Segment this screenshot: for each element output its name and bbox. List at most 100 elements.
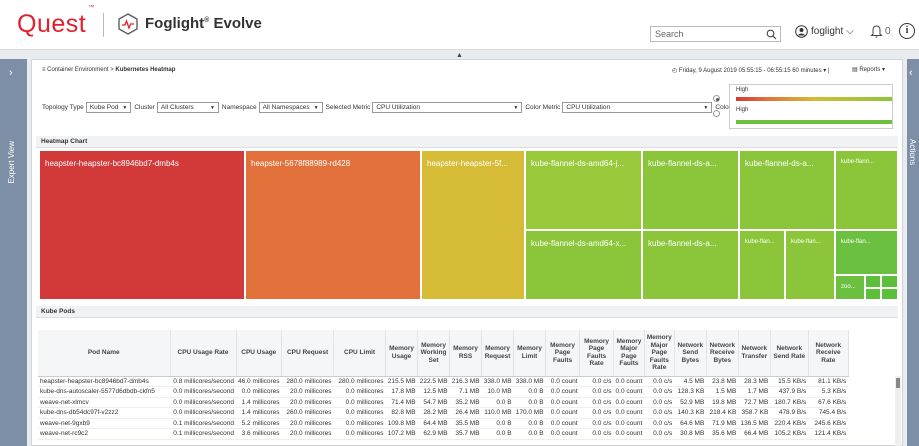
scrollbar-thumb[interactable] (896, 378, 900, 388)
table-scrollbar[interactable] (895, 376, 901, 446)
column-header[interactable]: CPU Usage (236, 330, 283, 377)
actions-label: Actions (908, 139, 917, 166)
quest-logo[interactable]: Quest™ (17, 5, 95, 39)
product-name: Foglight (145, 15, 205, 32)
column-header[interactable]: Memory Request (481, 330, 515, 377)
table-cell: 0.1 millicores/second (170, 428, 236, 440)
alerts-button[interactable]: 0 (870, 24, 891, 38)
column-header[interactable]: Memory Limit (513, 330, 547, 377)
table-row[interactable]: weave-net-xlmcv 0.0 millicores/second 1.4 … (38, 397, 849, 408)
info-icon[interactable]: i (899, 23, 915, 39)
heatmap-tile[interactable]: kube-flannel-ds-amd64-j... (525, 150, 642, 230)
heatmap-tile[interactable]: kube-flannel-ds-a... (642, 150, 739, 230)
expert-view-panel[interactable]: › Expert View (0, 59, 27, 446)
heatmap-tile-small[interactable] (865, 288, 881, 300)
search-icon[interactable] (766, 29, 777, 40)
chevron-right-icon[interactable]: › (9, 67, 13, 79)
heatmap-tile-small[interactable] (881, 288, 898, 300)
table-header-row: Pod Name CPU Usage Rate CPU Usage CPU Reque… (38, 330, 849, 377)
column-header[interactable]: CPU Usage Rate (170, 330, 237, 377)
heatmap-tile-small[interactable] (881, 275, 898, 288)
table-cell: 0.0 c/s (579, 386, 614, 398)
color-pattern-radio-2[interactable] (713, 110, 720, 117)
user-menu[interactable]: foglight ⌵ (795, 25, 854, 38)
reports-icon: ▤ (852, 67, 858, 73)
table-cell: 107.2 MB (385, 428, 418, 440)
table-cell: 35.7 MB (449, 428, 482, 440)
table-row[interactable]: weave-net-9gxb9 0.1 millicores/second 5.2 … (38, 418, 849, 429)
column-header[interactable]: CPU Request (281, 330, 335, 377)
table-cell: 110.0 MB (481, 407, 514, 419)
table-cell: 0.0 millicores (333, 386, 386, 398)
table-cell: 1.4 millicores (236, 397, 282, 408)
column-header[interactable]: Memory Major Page Faults (613, 330, 645, 377)
table-row[interactable]: kube-dns-autoscaler-5577d6dbdb-ckfn5 0.0 … (38, 386, 849, 398)
table-cell: weave-net-xlmcv (38, 397, 170, 408)
table-cell: 1.5 MB (706, 386, 739, 398)
column-header[interactable]: CPU Limit (333, 330, 387, 377)
cluster-select[interactable]: All Clusters ▼ (156, 102, 219, 113)
column-header[interactable]: Memory Major Page Faults Rate (644, 330, 675, 377)
search-input[interactable]: Search (650, 26, 781, 42)
heatmap-tile[interactable]: heapster-5678f88989-rd428 (245, 150, 421, 300)
heatmap-tile[interactable]: heapster-heapster-bc8946bd7-dmb4s (39, 150, 245, 300)
app-root: Quest™ Foglight® Evolve Search foglight … (0, 0, 919, 446)
namespace-select[interactable]: All Namespaces ▼ (258, 102, 323, 113)
breadcrumb-parent[interactable]: Container Environment (47, 67, 108, 73)
column-header[interactable]: Memory RSS (449, 330, 483, 377)
product-suffix: Evolve (209, 15, 262, 32)
table-cell: 46.0 millicores (236, 376, 282, 387)
column-header[interactable]: Network Send Rate (770, 330, 809, 377)
table-cell: 62.9 MB (417, 428, 450, 440)
column-header[interactable]: Network Send Bytes (674, 330, 707, 377)
table-cell: 136.5 MB (738, 418, 771, 429)
column-header[interactable]: Network Receive Rate (808, 330, 849, 377)
time-range-text: Friday, 9 August 2019 05:55:15 - 06:55:1… (678, 68, 822, 74)
namespace-value: All Namespaces (262, 104, 310, 111)
bell-icon (870, 25, 883, 38)
breadcrumb-current: Kubernetes Heatmap (115, 67, 176, 73)
table-row[interactable]: kube-dns-db54dc97f-v2zz2 0.0 millicores/s… (38, 407, 849, 419)
table-cell: 15.5 KB/s (770, 376, 809, 387)
table-cell: 35.5 MB (449, 418, 482, 429)
cluster-value: All Clusters (160, 104, 194, 111)
time-range-selector[interactable]: ◴ Friday, 9 August 2019 05:55:15 - 06:55… (672, 67, 830, 74)
column-header[interactable]: Pod Name (38, 330, 171, 377)
color-metric-select[interactable]: CPU Utilization ▼ (562, 102, 713, 113)
table-cell: 0.0 count (545, 418, 580, 429)
column-header[interactable]: Memory Working Set (417, 330, 451, 377)
collapse-header-icon[interactable]: ▲ (0, 52, 919, 59)
heatmap-tile[interactable]: kube-flann... (835, 150, 898, 230)
table-cell: 12.5 MB (417, 386, 450, 398)
column-header[interactable]: Memory Page Faults Rate (579, 330, 615, 377)
actions-panel[interactable]: ‹ Actions (907, 59, 919, 446)
heatmap-tile[interactable]: kube-flannel-ds-a... (739, 150, 835, 230)
chevron-left-icon[interactable]: ‹ (909, 67, 913, 79)
table-cell: 10.0 MB (481, 386, 514, 398)
table-row[interactable]: heapster-heapster-bc8946bd7-dmb4s 0.8 mil… (38, 376, 849, 387)
table-row[interactable]: weave-net-rc9c2 0.1 millicores/second 3.6 … (38, 428, 849, 440)
table-cell: 20.0 millicores (281, 397, 334, 408)
topology-type-select[interactable]: Kube Pod ▼ (85, 102, 132, 113)
chevron-down-icon: ▼ (703, 105, 709, 111)
heatmap-tile[interactable]: kube-flan... (785, 230, 835, 300)
color-pattern-radio-1[interactable] (713, 95, 720, 102)
heatmap-tile-small[interactable] (865, 275, 881, 288)
selected-metric-select[interactable]: CPU Utilization ▼ (372, 102, 523, 113)
table-cell: 5.3 KB/s (808, 386, 849, 398)
heatmap-tile[interactable]: kube-flannel-ds-a... (642, 230, 739, 300)
heatmap-tile[interactable]: kube-flan... (835, 230, 898, 275)
heatmap-tile[interactable]: heapster-heapster-5f... (421, 150, 525, 300)
heatmap-tile[interactable]: zoo... (835, 275, 865, 300)
reports-button[interactable]: ▤ Reports ▾ (852, 66, 885, 73)
table-cell: 220.4 KB/s (770, 418, 809, 429)
table-cell: 218.4 KB (706, 407, 739, 419)
table-cell: 338.0 MB (513, 376, 546, 387)
column-header[interactable]: Network Transfer (738, 330, 771, 377)
column-header[interactable]: Memory Page Faults (545, 330, 581, 377)
column-header[interactable]: Memory Usage (385, 330, 419, 377)
column-header[interactable]: Network Receive Bytes (706, 330, 739, 377)
heatmap-tile[interactable]: kube-flannel-ds-amd64-x... (525, 230, 642, 300)
heatmap-tile[interactable]: kube-flan... (739, 230, 785, 300)
kube-pods-table-wrapper: Pod Name CPU Usage Rate CPU Usage CPU Reque… (38, 330, 894, 446)
